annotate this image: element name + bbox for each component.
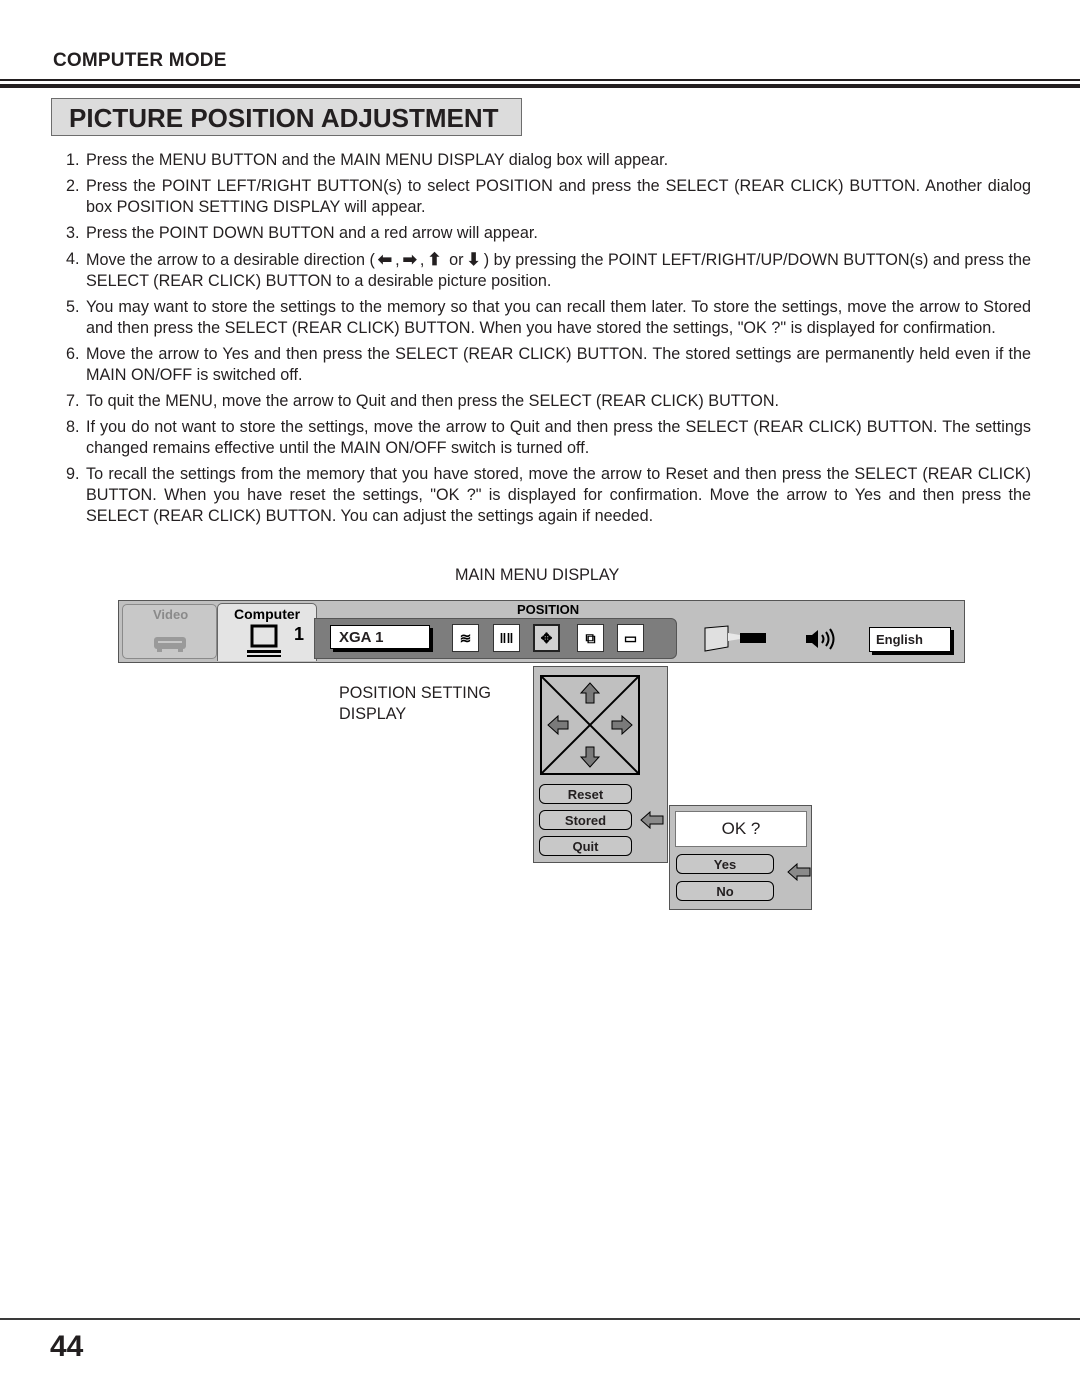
page-title-box: PICTURE POSITION ADJUSTMENT xyxy=(51,98,522,136)
confirm-message: OK ? xyxy=(675,811,807,847)
no-button[interactable]: No xyxy=(676,881,774,901)
step-number: 3. xyxy=(66,224,80,242)
main-menu-caption: MAIN MENU DISPLAY xyxy=(455,566,620,584)
image-adjust-icon[interactable]: ⧉ xyxy=(577,624,604,652)
arrow-up-icon: ⬆ xyxy=(427,250,442,269)
reset-button[interactable]: Reset xyxy=(539,784,632,804)
or-text: or xyxy=(449,251,464,269)
position-icon[interactable]: ✥ xyxy=(533,624,560,652)
mode-value: XGA 1 xyxy=(330,625,430,649)
total-dots-icon[interactable]: ‖‖ xyxy=(493,624,520,652)
step-2: 2. Press the POINT LEFT/RIGHT BUTTON(s) t… xyxy=(66,176,1031,218)
step-text: Press the POINT DOWN BUTTON and a red ar… xyxy=(86,224,538,242)
position-setting-display: Reset Stored Quit xyxy=(533,666,668,863)
step-number: 2. xyxy=(66,177,80,195)
page-number: 44 xyxy=(50,1330,84,1363)
step-4: 4. Move the arrow to a desirable directio… xyxy=(66,249,1031,292)
confirm-dialog: OK ? Yes No xyxy=(669,805,812,910)
step-7: 7. To quit the MENU, move the arrow to Qu… xyxy=(66,391,1031,412)
fine-sync-icon[interactable]: ≋ xyxy=(452,624,479,652)
position-panel: XGA 1 ≋ ‖‖ ✥ ⧉ ▭ xyxy=(314,618,677,659)
arrow-left-icon[interactable] xyxy=(547,714,569,736)
vcr-icon xyxy=(154,637,186,652)
step-number: 5. xyxy=(66,298,80,316)
step-number: 6. xyxy=(66,345,80,363)
keystone-icon[interactable]: ▭ xyxy=(617,624,644,652)
position-title: POSITION xyxy=(517,602,580,617)
step-number: 7. xyxy=(66,392,80,410)
tab-computer[interactable]: Computer 1 xyxy=(217,603,317,661)
computer-icon xyxy=(247,624,281,657)
tab-computer-label: Computer xyxy=(234,606,301,622)
step-text: To quit the MENU, move the arrow to Quit… xyxy=(86,392,780,410)
step-number: 9. xyxy=(66,465,80,483)
step-number: 8. xyxy=(66,418,80,436)
step-9: 9. To recall the settings from the memory… xyxy=(66,464,1031,527)
main-menu-display: Video Computer 1 POSITION XGA 1 ≋ ‖‖ ✥ ⧉… xyxy=(118,600,965,663)
yes-button[interactable]: Yes xyxy=(676,854,774,874)
pointer-arrow-icon xyxy=(640,811,664,829)
step-text: If you do not want to store the settings… xyxy=(86,418,1031,457)
tab-video[interactable]: Video xyxy=(122,604,217,659)
section-label: COMPUTER MODE xyxy=(53,50,227,71)
step-1: 1. Press the MENU BUTTON and the MAIN MEN… xyxy=(66,150,1031,171)
quit-button[interactable]: Quit xyxy=(539,836,632,856)
arrow-down-icon: ⬇ xyxy=(466,250,481,269)
header-rule-thick xyxy=(0,84,1080,88)
step-6: 6. Move the arrow to Yes and then press t… xyxy=(66,344,1031,386)
tab-video-label: Video xyxy=(153,607,189,622)
arrow-right-icon: ➡ xyxy=(402,250,417,269)
step-5: 5. You may want to store the settings to … xyxy=(66,297,1031,339)
step-text: Press the MENU BUTTON and the MAIN MENU … xyxy=(86,151,669,169)
step-number: 4. xyxy=(66,250,80,268)
step-text: You may want to store the settings to th… xyxy=(86,298,1031,337)
computer-number: 1 xyxy=(294,624,305,644)
step-8: 8. If you do not want to store the settin… xyxy=(66,417,1031,459)
arrow-left-icon: ⬅ xyxy=(377,250,393,269)
arrow-down-icon[interactable] xyxy=(579,746,601,768)
separator: , xyxy=(419,251,425,269)
step-text: To recall the settings from the memory t… xyxy=(86,465,1031,525)
stored-button[interactable]: Stored xyxy=(539,810,632,830)
step-text: Press the POINT LEFT/RIGHT BUTTON(s) to … xyxy=(86,177,1031,216)
footer-rule xyxy=(0,1318,1080,1320)
direction-pad xyxy=(540,675,640,775)
separator: , xyxy=(395,251,400,269)
position-setting-caption: POSITION SETTING DISPLAY xyxy=(339,684,491,723)
step-text: Move the arrow to a desirable direction … xyxy=(86,249,1031,292)
step-text: Move the arrow to Yes and then press the… xyxy=(86,345,1031,384)
step-number: 1. xyxy=(66,151,80,169)
instruction-list: 1. Press the MENU BUTTON and the MAIN MEN… xyxy=(66,150,1031,532)
language-field[interactable]: English xyxy=(869,627,951,652)
pointer-arrow-icon xyxy=(787,863,811,881)
projector-icon[interactable] xyxy=(704,625,774,653)
arrow-right-icon[interactable] xyxy=(611,714,633,736)
header-rule xyxy=(0,79,1080,81)
step-text-part: Move the arrow to a desirable direction … xyxy=(86,251,375,269)
volume-icon[interactable] xyxy=(804,627,838,651)
arrow-up-icon[interactable] xyxy=(579,682,601,704)
step-3: 3. Press the POINT DOWN BUTTON and a red … xyxy=(66,223,1031,244)
page-title: PICTURE POSITION ADJUSTMENT xyxy=(69,103,499,133)
